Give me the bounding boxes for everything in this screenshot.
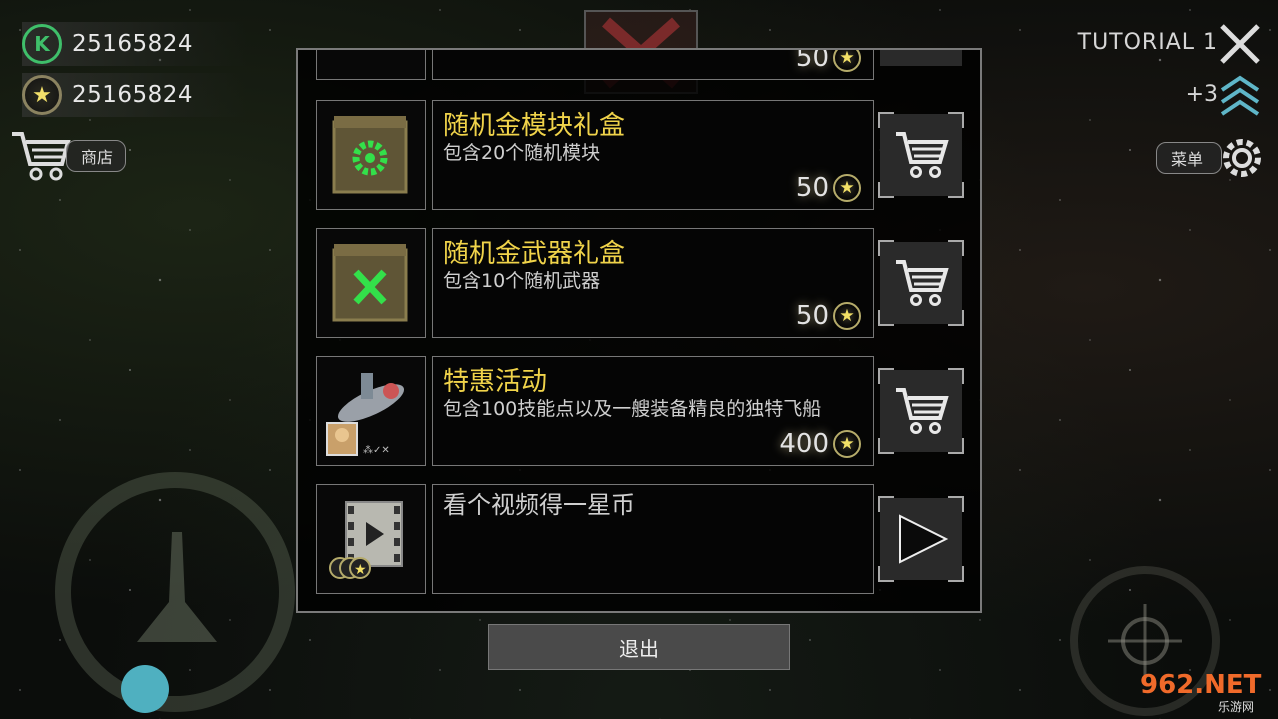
rank-bonus: +3 (1185, 82, 1218, 107)
star-coin-icon: ★ (833, 430, 861, 458)
exit-button[interactable]: 退出 (488, 624, 790, 670)
play-icon (899, 514, 949, 564)
menu-label: 菜单 (1155, 142, 1222, 174)
item-thumb (316, 228, 426, 338)
cart-icon (896, 132, 949, 178)
item-desc: 看个视频得一星币 (443, 491, 635, 519)
item-price: 400 ★ (779, 429, 861, 459)
buy-button[interactable] (880, 50, 962, 66)
item-thumb (316, 50, 426, 80)
credits-value: 25165824 (72, 31, 194, 57)
cart-icon (896, 260, 949, 306)
watermark-logo: 962.NET (1140, 670, 1262, 700)
item-title: 随机金武器礼盒 (443, 239, 626, 269)
rank-chevrons-icon (1220, 75, 1260, 116)
svg-text:⁂✓✕: ⁂✓✕ (363, 444, 390, 456)
swords-crate-icon (332, 244, 408, 322)
cart-icon (896, 388, 949, 434)
star-coin-icon: ★ (22, 75, 62, 115)
buy-button[interactable] (878, 240, 964, 326)
item-desc: 包含10个随机武器 (443, 270, 601, 292)
item-info: 特惠活动 包含100技能点以及一艘装备精良的独特飞船 400 ★ (432, 356, 874, 466)
list-item: 随机金模块礼盒 包含20个随机模块 50 ★ (316, 100, 966, 212)
item-price: 50 ★ (796, 173, 861, 203)
cart-icon (12, 132, 71, 181)
buy-button[interactable] (878, 112, 964, 198)
list-item: ⁂✓✕ 特惠活动 包含100技能点以及一艘装备精良的独特飞船 400 ★ (316, 356, 966, 468)
item-title: 随机金模块礼盒 (443, 111, 626, 141)
item-price: 50 ★ (796, 301, 861, 331)
crossed-swords-icon (1220, 24, 1260, 64)
star-coin-icon: ★ (833, 174, 861, 202)
movement-joystick[interactable] (55, 472, 295, 712)
item-desc: 包含100技能点以及一艘装备精良的独特飞船 (443, 398, 822, 420)
item-info: 看个视频得一星币 (432, 484, 874, 594)
shop-button[interactable]: 商店 (10, 128, 127, 184)
item-thumb (316, 100, 426, 210)
star-coin-icon: ★ (833, 50, 861, 72)
svg-text:★: ★ (354, 562, 367, 578)
credit-icon: K (22, 24, 62, 64)
tutorial-label: TUTORIAL 1 (1077, 30, 1218, 55)
star-coin-icon: ★ (833, 302, 861, 330)
menu-button[interactable]: 菜单 (1155, 132, 1268, 184)
gear-crate-icon (332, 116, 408, 194)
video-film-icon: ★ (329, 501, 403, 579)
item-desc: 包含20个随机模块 (443, 142, 601, 164)
list-item: 随机金武器礼盒 包含10个随机武器 50 ★ (316, 228, 966, 340)
stars-counter: ★ 25165824 (22, 73, 247, 117)
item-info: 随机金武器礼盒 包含10个随机武器 50 ★ (432, 228, 874, 338)
play-button[interactable] (878, 496, 964, 582)
item-info: 随机金模块礼盒 包含20个随机模块 50 ★ (432, 100, 874, 210)
buy-button[interactable] (878, 368, 964, 454)
gear-icon (1223, 139, 1261, 177)
item-thumb: ★ (316, 484, 426, 594)
radar-icon[interactable] (121, 665, 169, 713)
item-info: 50 ★ (432, 50, 874, 80)
item-thumb: ⁂✓✕ (316, 356, 426, 466)
credits-counter: K 25165824 (22, 22, 247, 66)
list-item: ★ 看个视频得一星币 (316, 484, 966, 596)
stars-value: 25165824 (72, 82, 194, 108)
watermark-sub: 乐游网 (1218, 700, 1255, 714)
item-price: 50 ★ (796, 50, 861, 73)
ship-silhouette-icon (137, 532, 217, 642)
shop-panel: 50 ★ 随机金模块礼盒 包含20个随机模块 50 ★ 随机金武器礼盒 包含10… (296, 48, 982, 613)
list-item: 50 ★ (316, 50, 966, 82)
crosshair-icon (1108, 604, 1182, 678)
spaceship-icon: ⁂✓✕ (326, 373, 405, 456)
item-title: 特惠活动 (443, 367, 548, 397)
shop-label: 商店 (66, 140, 127, 172)
